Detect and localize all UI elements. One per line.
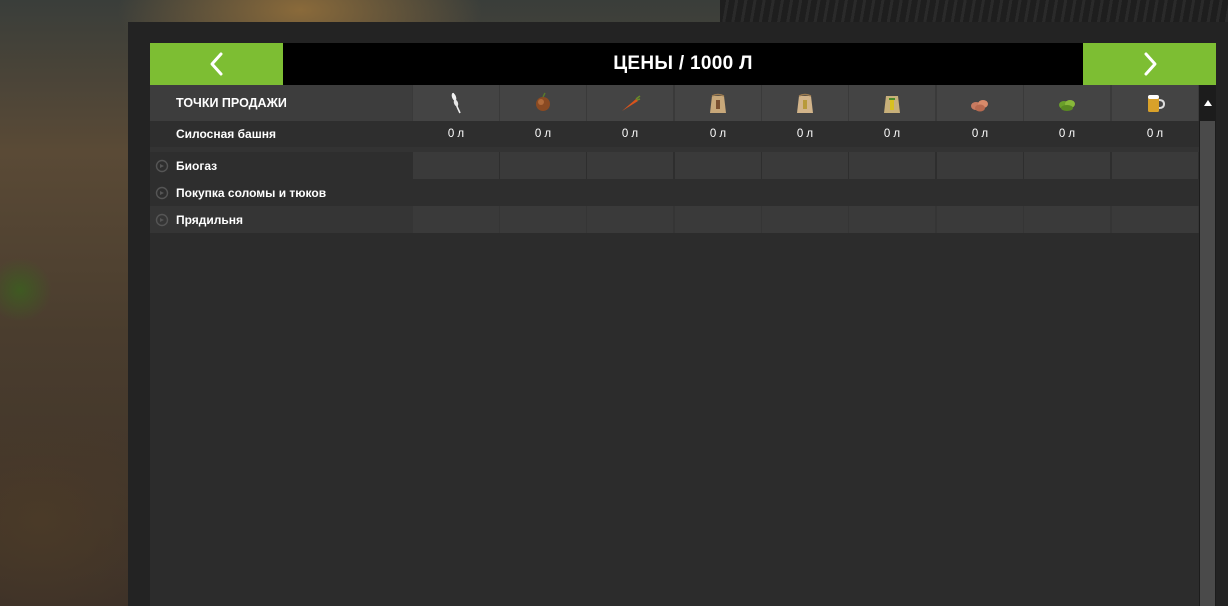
table-cell bbox=[1024, 206, 1110, 233]
table-cell: 0 л bbox=[883, 128, 901, 140]
table-cell: 0 л bbox=[796, 128, 814, 140]
background-grass bbox=[0, 250, 60, 340]
grain-sack-icon bbox=[710, 93, 726, 113]
canola-icon bbox=[622, 95, 641, 111]
table-cell: 0 л bbox=[621, 128, 639, 140]
grain-sack-icon bbox=[797, 93, 813, 113]
column-header-sell-points: ТОЧКИ ПРОДАЖИ bbox=[150, 85, 412, 121]
table-cell bbox=[762, 152, 848, 179]
column-header-row: ТОЧКИ ПРОДАЖИ bbox=[150, 85, 1199, 121]
table-cell bbox=[413, 206, 499, 233]
row-name: Биогаз bbox=[176, 158, 218, 173]
background-texture bbox=[720, 0, 1228, 22]
table-cell: 0 л bbox=[447, 128, 465, 140]
table-cell bbox=[587, 152, 673, 179]
table-cell bbox=[1024, 152, 1110, 179]
table-cell: 0 л bbox=[1146, 128, 1164, 140]
chevron-right-icon bbox=[1144, 52, 1156, 76]
table-cell: 0 л bbox=[1058, 128, 1076, 140]
table-cell: 0 л bbox=[709, 128, 727, 140]
column-header-corn-sack[interactable] bbox=[849, 85, 935, 121]
wheat-icon bbox=[451, 92, 461, 114]
table-cell bbox=[500, 152, 586, 179]
table-row[interactable]: Силосная башня 0 л 0 л 0 л 0 л 0 л 0 л 0… bbox=[150, 121, 1199, 147]
column-header-sack-1[interactable] bbox=[675, 85, 761, 121]
table-cell bbox=[587, 206, 673, 233]
potato-icon bbox=[971, 100, 988, 112]
table-cell bbox=[675, 206, 761, 233]
row-name: Силосная башня bbox=[176, 127, 276, 141]
table-cell bbox=[675, 152, 761, 179]
table-row[interactable]: Прядильня bbox=[150, 206, 1199, 233]
scroll-up-button[interactable] bbox=[1199, 85, 1216, 121]
column-header-barley[interactable] bbox=[500, 85, 586, 121]
triangle-up-icon bbox=[1203, 100, 1212, 106]
page-title: ЦЕНЫ / 1000 Л bbox=[613, 53, 753, 74]
table-cell: 0 л bbox=[534, 128, 552, 140]
table-cell: 0 л bbox=[971, 128, 989, 140]
chevron-left-icon bbox=[210, 52, 222, 76]
table-cell bbox=[1112, 206, 1198, 233]
table-cell bbox=[937, 206, 1023, 233]
table-cell bbox=[849, 206, 935, 233]
column-header-grass[interactable] bbox=[1024, 85, 1110, 121]
table-cell bbox=[500, 206, 586, 233]
corn-sack-icon bbox=[884, 96, 900, 113]
beer-mug-icon bbox=[1148, 95, 1166, 112]
row-name: Прядильня bbox=[176, 212, 244, 227]
barley-icon bbox=[536, 92, 550, 111]
table-row[interactable]: Покупка соломы и тюков bbox=[150, 179, 1199, 206]
row-name: Покупка соломы и тюков bbox=[176, 185, 327, 200]
next-page-button[interactable] bbox=[1083, 43, 1216, 85]
table-row[interactable]: Биогаз bbox=[150, 152, 1199, 179]
column-header-sack-2[interactable] bbox=[762, 85, 848, 121]
column-header-beer[interactable] bbox=[1112, 85, 1198, 121]
scrollbar-thumb[interactable] bbox=[1200, 121, 1215, 606]
column-header-potato[interactable] bbox=[937, 85, 1023, 121]
table-cell bbox=[849, 152, 935, 179]
table-cell bbox=[937, 152, 1023, 179]
column-header-carrot[interactable] bbox=[587, 85, 673, 121]
table-cell bbox=[413, 152, 499, 179]
table-cell bbox=[1112, 152, 1198, 179]
column-header-wheat[interactable] bbox=[413, 85, 499, 121]
table-cell bbox=[762, 206, 848, 233]
previous-page-button[interactable] bbox=[150, 43, 283, 85]
grass-icon bbox=[1059, 100, 1075, 111]
